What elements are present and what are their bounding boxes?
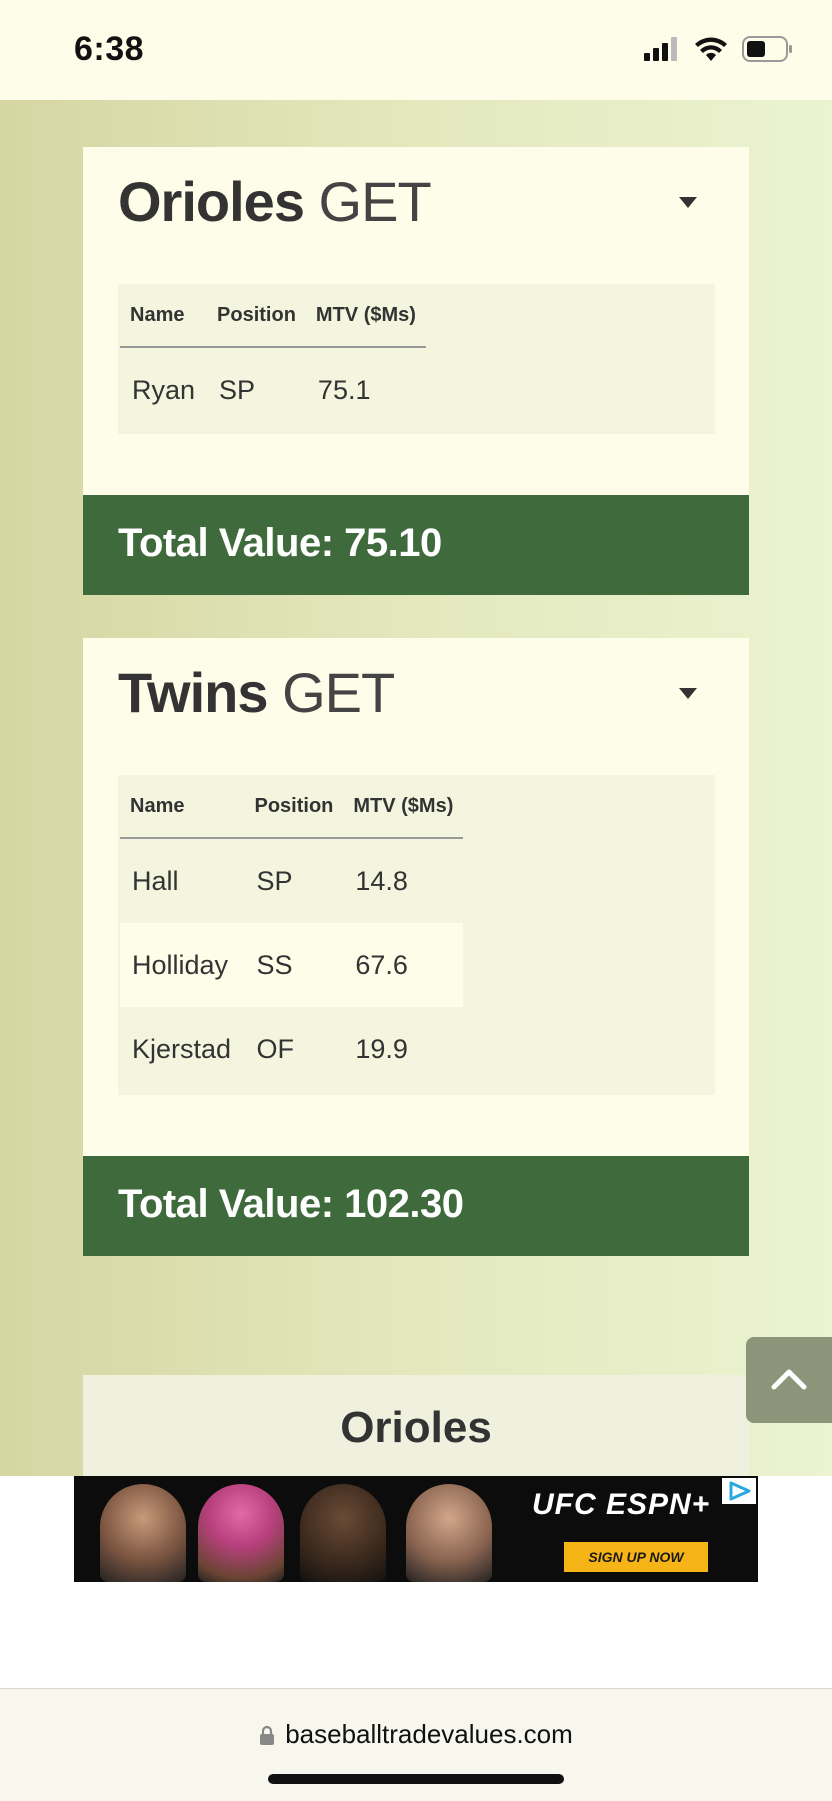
total-value-bar: Total Value: 102.30	[83, 1156, 749, 1256]
column-header-mtv: MTV ($Ms)	[305, 284, 426, 348]
table-row: Kjerstad OF 19.9	[120, 1007, 463, 1091]
column-header-name: Name	[120, 775, 245, 839]
ad-fighter-image	[198, 1484, 284, 1582]
players-table-wrap: Name Position MTV ($Ms) Ryan SP 75.1	[118, 284, 715, 434]
player-mtv: 19.9	[355, 1033, 408, 1064]
home-indicator	[268, 1774, 564, 1784]
table-header-row: Name Position MTV ($Ms)	[120, 775, 464, 839]
back-to-top-button[interactable]	[746, 1337, 832, 1423]
ad-fighter-image	[100, 1484, 186, 1582]
section-header: Orioles	[83, 1375, 749, 1476]
player-position: SP	[256, 865, 293, 896]
lock-icon	[260, 1725, 275, 1745]
url-row[interactable]: baseballtradevalues.com	[0, 1719, 832, 1750]
player-name: Ryan	[132, 374, 196, 405]
status-time: 6:38	[74, 30, 145, 68]
total-value: Total Value: 75.10	[118, 521, 442, 565]
ad-brand-logo: UFC ESPN+	[532, 1488, 711, 1521]
ad-fighter-image	[406, 1484, 492, 1582]
player-mtv: 75.1	[317, 374, 371, 405]
ad-choices-icon[interactable]	[722, 1478, 756, 1504]
table-row: Holliday SS 67.6	[120, 923, 464, 1007]
team-name: Twins	[118, 661, 269, 724]
column-header-mtv: MTV ($Ms)	[343, 775, 464, 839]
player-name: Kjerstad	[132, 1033, 232, 1064]
status-bar: 6:38	[0, 0, 832, 100]
total-value: Total Value: 102.30	[118, 1182, 464, 1226]
chevron-up-icon	[771, 1369, 807, 1390]
browser-url-bar[interactable]: baseballtradevalues.com	[0, 1688, 832, 1801]
url-text: baseballtradevalues.com	[285, 1719, 573, 1749]
column-header-name: Name	[120, 284, 208, 348]
ad-banner[interactable]: UFC ESPN+ SIGN UP NOW	[74, 1476, 758, 1582]
player-mtv: 67.6	[343, 923, 464, 1007]
card-title: Orioles GET	[118, 169, 432, 234]
players-table: Name Position MTV ($Ms) Hall SP 14.8 Hol…	[120, 775, 464, 1091]
ad-fighter-image	[300, 1484, 386, 1582]
status-icons	[644, 36, 794, 62]
wifi-icon	[695, 37, 727, 61]
trade-action: GET	[318, 170, 432, 233]
page-content: Orioles GET Name Position MTV ($Ms) Ryan…	[0, 100, 832, 1476]
player-position: SS	[244, 923, 344, 1007]
chevron-down-icon[interactable]	[679, 688, 697, 699]
player-name: Holliday	[120, 923, 245, 1007]
column-header-position: Position	[207, 284, 306, 348]
player-name: Hall	[132, 865, 179, 896]
trade-action: GET	[282, 661, 395, 724]
table-row: Ryan SP 75.1	[120, 347, 426, 432]
players-table-wrap: Name Position MTV ($Ms) Hall SP 14.8 Hol…	[118, 775, 715, 1095]
trade-card-orioles: Orioles GET Name Position MTV ($Ms) Ryan…	[83, 147, 749, 595]
column-header-position: Position	[244, 775, 344, 839]
total-value-bar: Total Value: 75.10	[83, 495, 749, 595]
card-title: Twins GET	[118, 660, 395, 725]
player-mtv: 14.8	[355, 865, 408, 896]
chevron-down-icon[interactable]	[679, 197, 697, 208]
cellular-signal-icon	[644, 37, 677, 61]
section-title: Orioles	[340, 1403, 492, 1452]
table-header-row: Name Position MTV ($Ms)	[120, 284, 426, 348]
ad-area: UFC ESPN+ SIGN UP NOW	[0, 1476, 832, 1688]
trade-card-twins: Twins GET Name Position MTV ($Ms) Hall S…	[83, 638, 749, 1256]
players-table: Name Position MTV ($Ms) Ryan SP 75.1	[120, 284, 426, 432]
team-name: Orioles	[118, 170, 305, 233]
ad-signup-button[interactable]: SIGN UP NOW	[564, 1542, 708, 1572]
player-position: OF	[256, 1033, 294, 1064]
player-position: SP	[219, 374, 256, 405]
battery-icon	[742, 36, 792, 62]
table-row: Hall SP 14.8	[120, 838, 463, 923]
